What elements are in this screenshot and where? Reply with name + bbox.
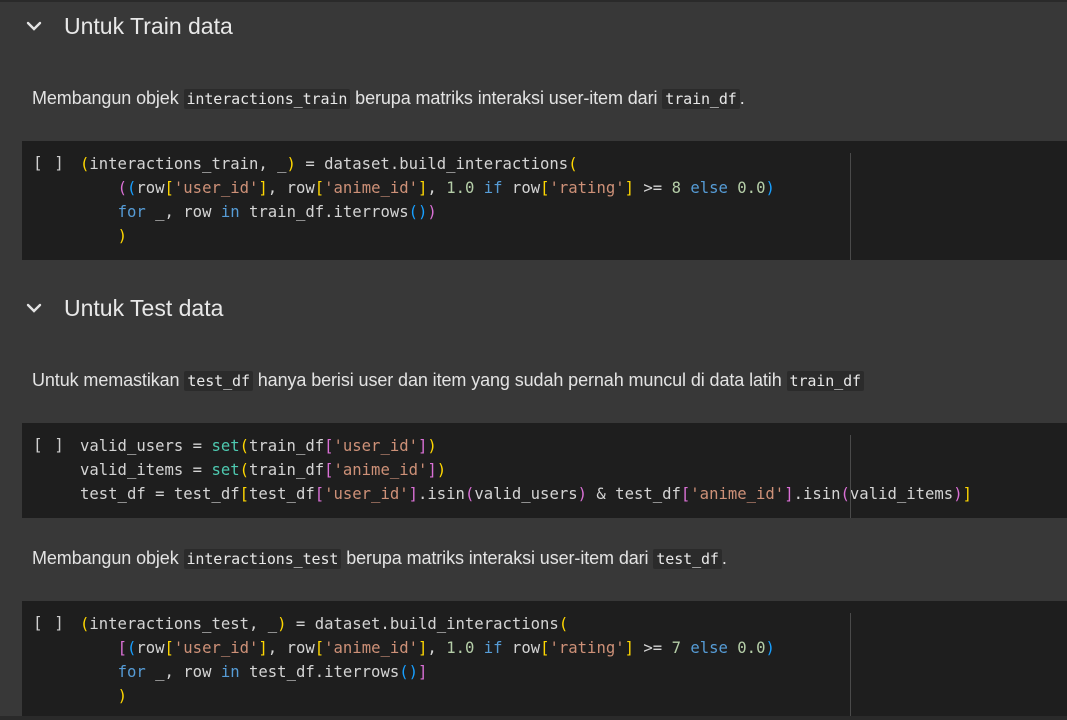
heading-title: Untuk Test data: [64, 294, 224, 321]
run-cell-button[interactable]: [ ]: [33, 613, 65, 632]
text: berupa matriks interaksi user-item dari: [350, 88, 663, 108]
window-top-border: [0, 0, 1067, 2]
text: Membangun objek: [32, 88, 184, 108]
line-length-ruler: [850, 153, 851, 260]
code-editor[interactable]: valid_users = set(train_df['user_id']) v…: [80, 434, 972, 506]
run-cell-button[interactable]: [ ]: [33, 435, 65, 454]
text: Untuk memastikan: [32, 370, 185, 390]
code-editor[interactable]: (interactions_train, _) = dataset.build_…: [80, 152, 775, 248]
line-length-ruler: [850, 435, 851, 518]
text: berupa matriks interaksi user-item dari: [341, 548, 654, 568]
markdown-text: Membangun objek interactions_train berup…: [32, 88, 745, 109]
chevron-down-icon[interactable]: [22, 296, 46, 320]
text: hanya berisi user dan item yang sudah pe…: [252, 370, 787, 390]
code-cell-train[interactable]: [ ] (interactions_train, _) = dataset.bu…: [22, 141, 1067, 260]
text: .: [739, 88, 745, 108]
inline-code: train_df: [662, 89, 740, 109]
inline-code: train_df: [786, 371, 864, 391]
code-cell-filter[interactable]: [ ] valid_users = set(train_df['user_id'…: [22, 423, 1067, 518]
window-bottom-border: [0, 716, 1067, 720]
code-cell-test[interactable]: [ ] (interactions_test, _) = dataset.bui…: [22, 601, 1067, 717]
inline-code: interactions_train: [183, 89, 351, 109]
section-heading-test[interactable]: Untuk Test data: [22, 288, 223, 328]
text: .: [721, 548, 727, 568]
inline-code: test_df: [653, 549, 722, 569]
run-cell-button[interactable]: [ ]: [33, 153, 65, 172]
heading-title: Untuk Train data: [64, 12, 233, 39]
markdown-text: Membangun objek interactions_test berupa…: [32, 548, 727, 569]
inline-code: interactions_test: [183, 549, 342, 569]
chevron-down-icon[interactable]: [22, 14, 46, 38]
section-heading-train[interactable]: Untuk Train data: [22, 6, 233, 46]
line-length-ruler: [850, 613, 851, 717]
code-editor[interactable]: (interactions_test, _) = dataset.build_i…: [80, 612, 775, 708]
markdown-text: Untuk memastikan test_df hanya berisi us…: [32, 370, 864, 391]
text: Membangun objek: [32, 548, 184, 568]
inline-code: test_df: [184, 371, 253, 391]
